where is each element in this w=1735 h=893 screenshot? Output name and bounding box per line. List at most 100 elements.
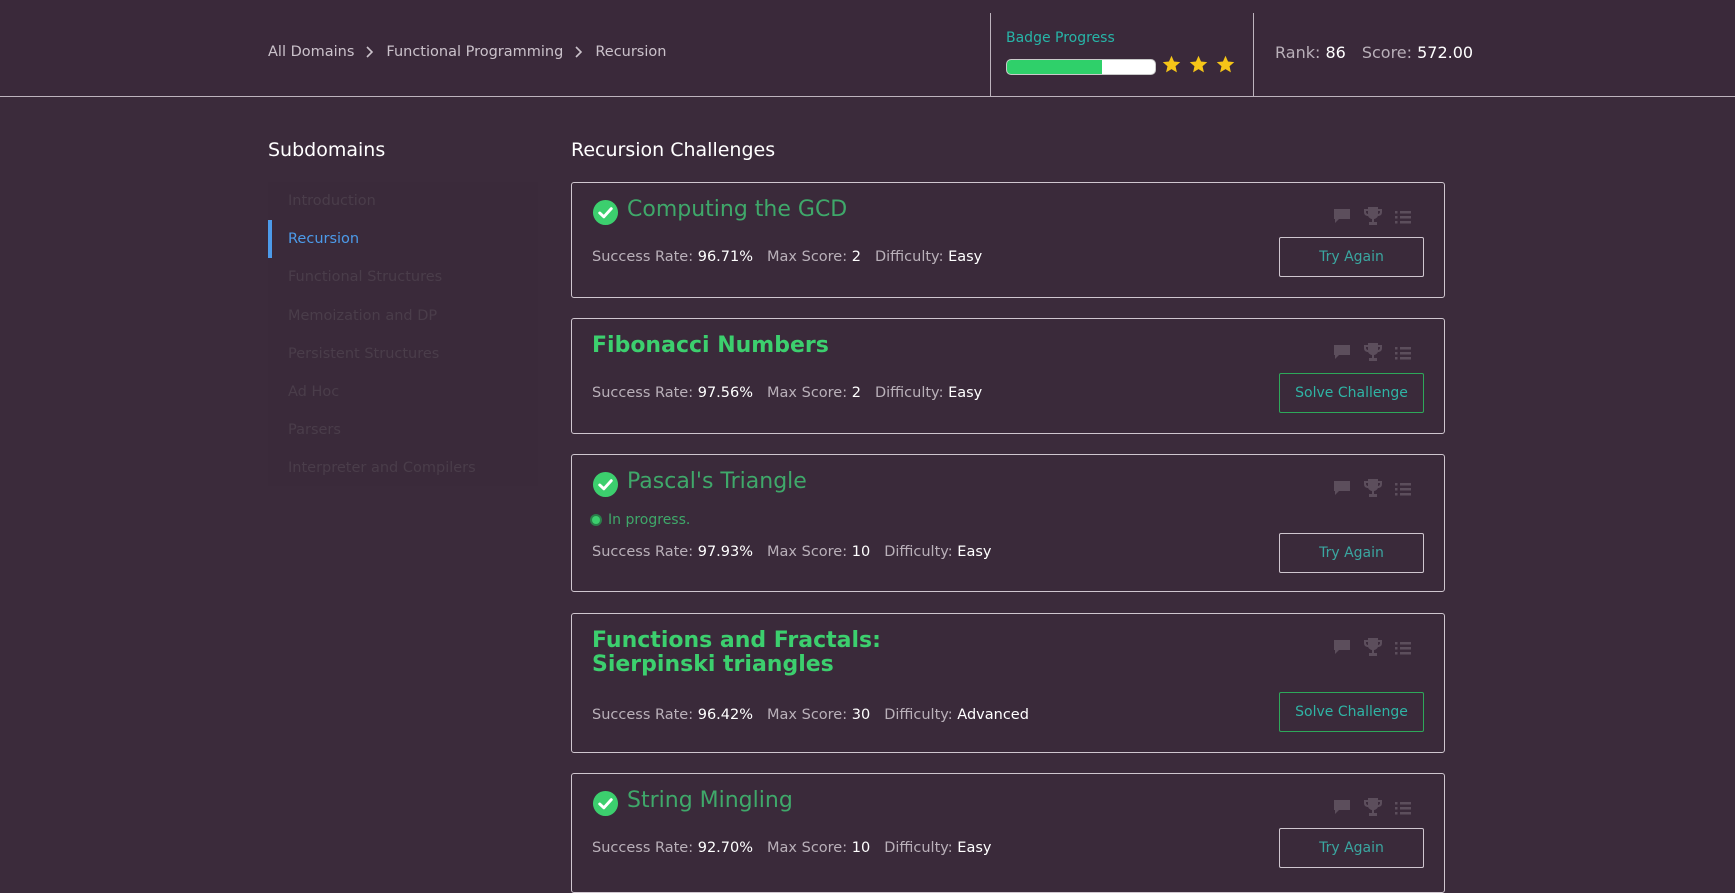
success-rate-label: Success Rate:	[592, 840, 694, 856]
challenge-meta: Success Rate: 96.71% Max Score: 2 Difficul…	[592, 249, 982, 265]
check-circle-icon	[592, 471, 619, 498]
max-score-label: Max Score:	[767, 707, 848, 723]
challenge-meta: Success Rate: 92.70% Max Score: 10 Difficu…	[592, 840, 991, 856]
sidebar-item-functional-structures[interactable]: Functional Structures	[268, 258, 538, 296]
trophy-icon[interactable]	[1363, 637, 1383, 661]
top-bar: All Domains Functional Programming Recur…	[0, 0, 1735, 97]
sidebar-item-memoization-and-dp[interactable]: Memoization and DP	[268, 297, 538, 335]
max-score-value: 10	[851, 840, 871, 856]
badge-stars	[1161, 54, 1236, 75]
status-dot	[592, 516, 600, 524]
difficulty-label: Difficulty:	[884, 840, 953, 856]
score: Score: 572.00	[1362, 43, 1473, 62]
star-icon	[1161, 54, 1182, 75]
sidebar-item-ad-hoc[interactable]: Ad Hoc	[268, 373, 538, 411]
difficulty-label: Difficulty:	[874, 249, 944, 265]
difficulty-label: Difficulty:	[884, 544, 953, 560]
challenge-meta: Success Rate: 96.42% Max Score: 30 Difficu…	[592, 707, 1029, 723]
max-score-value: 30	[851, 707, 871, 723]
max-score-value: 10	[851, 544, 871, 560]
challenge-title-row: String Mingling	[592, 789, 793, 817]
max-score-label: Max Score:	[767, 385, 848, 401]
trophy-icon[interactable]	[1363, 206, 1383, 230]
discussion-icon[interactable]	[1333, 480, 1351, 500]
list-icon[interactable]	[1395, 800, 1411, 819]
success-rate-label: Success Rate:	[592, 385, 694, 401]
check-circle-icon	[592, 199, 619, 226]
sidebar-item-introduction[interactable]: Introduction	[268, 182, 538, 220]
trophy-icon[interactable]	[1363, 478, 1383, 502]
difficulty-label: Difficulty:	[874, 385, 944, 401]
trophy-icon[interactable]	[1363, 797, 1383, 821]
success-rate: Success Rate: 92.70%	[592, 840, 753, 856]
challenge-title[interactable]: Fibonacci Numbers	[592, 334, 829, 358]
challenge-actions	[1333, 342, 1411, 366]
challenge-meta: Success Rate: 97.93% Max Score: 10 Difficu…	[592, 544, 991, 560]
subdomains-list: Introduction Recursion Functional Structur…	[268, 182, 538, 486]
score-label: Score:	[1361, 43, 1413, 62]
discussion-icon[interactable]	[1333, 344, 1351, 364]
chevron-right-icon	[572, 45, 586, 59]
in-progress-indicator: In progress.	[592, 512, 690, 528]
difficulty: Difficulty: Easy	[875, 249, 982, 265]
max-score: Max Score: 10	[767, 840, 870, 856]
difficulty-value: Easy	[957, 840, 992, 856]
success-rate-value: 96.42%	[697, 707, 754, 723]
breadcrumb-all-domains[interactable]: All Domains	[268, 44, 354, 60]
challenge-actions	[1333, 637, 1411, 661]
list-icon[interactable]	[1395, 481, 1411, 500]
sidebar-item-persistent-structures[interactable]: Persistent Structures	[268, 335, 538, 373]
success-rate-label: Success Rate:	[592, 249, 694, 265]
success-rate-value: 92.70%	[697, 840, 754, 856]
breadcrumb-recursion[interactable]: Recursion	[595, 44, 666, 60]
badge-progress-fill	[1007, 60, 1102, 74]
challenge-title[interactable]: Computing the GCD	[627, 198, 847, 222]
chevron-right-icon	[363, 45, 377, 59]
difficulty-value: Easy	[957, 544, 992, 560]
badge-progress-bar	[1006, 59, 1156, 75]
discussion-icon[interactable]	[1333, 639, 1351, 659]
max-score: Max Score: 2	[767, 249, 861, 265]
try-again-button[interactable]: Try Again	[1279, 533, 1424, 573]
discussion-icon[interactable]	[1333, 208, 1351, 228]
try-again-button[interactable]: Try Again	[1279, 237, 1424, 277]
challenge-title-row: Pascal's Triangle	[592, 470, 807, 498]
challenge-title-row: Functions and Fractals: Sierpinski trian…	[592, 629, 992, 677]
difficulty-value: Easy	[948, 385, 983, 401]
discussion-icon[interactable]	[1333, 799, 1351, 819]
subdomains-title: Subdomains	[268, 139, 386, 161]
sidebar-item-parsers[interactable]: Parsers	[268, 411, 538, 449]
list-icon[interactable]	[1395, 209, 1411, 228]
trophy-icon[interactable]	[1363, 342, 1383, 366]
sidebar-item-interpreter-and-compilers[interactable]: Interpreter and Compilers	[268, 449, 538, 487]
max-score: Max Score: 30	[767, 707, 870, 723]
challenge-title[interactable]: Pascal's Triangle	[627, 470, 807, 494]
challenge-title-row: Computing the GCD	[592, 198, 847, 226]
difficulty-value: Advanced	[957, 707, 1029, 723]
challenge-card: Pascal's Triangle In progress. Success Rat…	[571, 454, 1445, 592]
success-rate-value: 97.56%	[697, 385, 754, 401]
challenge-title[interactable]: Functions and Fractals: Sierpinski trian…	[592, 629, 992, 677]
success-rate-label: Success Rate:	[592, 544, 694, 560]
max-score-value: 2	[851, 249, 861, 265]
try-again-button[interactable]: Try Again	[1279, 828, 1424, 868]
badge-progress-panel: Badge Progress	[990, 13, 1254, 97]
max-score-label: Max Score:	[767, 544, 848, 560]
list-icon[interactable]	[1395, 640, 1411, 659]
rank-value: 86	[1325, 43, 1346, 62]
difficulty: Difficulty: Easy	[884, 840, 991, 856]
star-icon	[1188, 54, 1209, 75]
list-icon[interactable]	[1395, 345, 1411, 364]
challenge-actions	[1333, 797, 1411, 821]
challenge-title-row: Fibonacci Numbers	[592, 334, 829, 358]
sidebar-item-recursion[interactable]: Recursion	[268, 220, 538, 259]
challenge-title[interactable]: String Mingling	[627, 789, 793, 813]
solve-challenge-button[interactable]: Solve Challenge	[1279, 373, 1424, 413]
challenges-title: Recursion Challenges	[571, 139, 776, 161]
max-score-label: Max Score:	[767, 249, 848, 265]
max-score-label: Max Score:	[767, 840, 848, 856]
max-score: Max Score: 10	[767, 544, 870, 560]
solve-challenge-button[interactable]: Solve Challenge	[1279, 692, 1424, 732]
challenge-card: String Mingling Success Rate: 92.70% Max S…	[571, 773, 1445, 893]
breadcrumb-functional-programming[interactable]: Functional Programming	[386, 44, 563, 60]
